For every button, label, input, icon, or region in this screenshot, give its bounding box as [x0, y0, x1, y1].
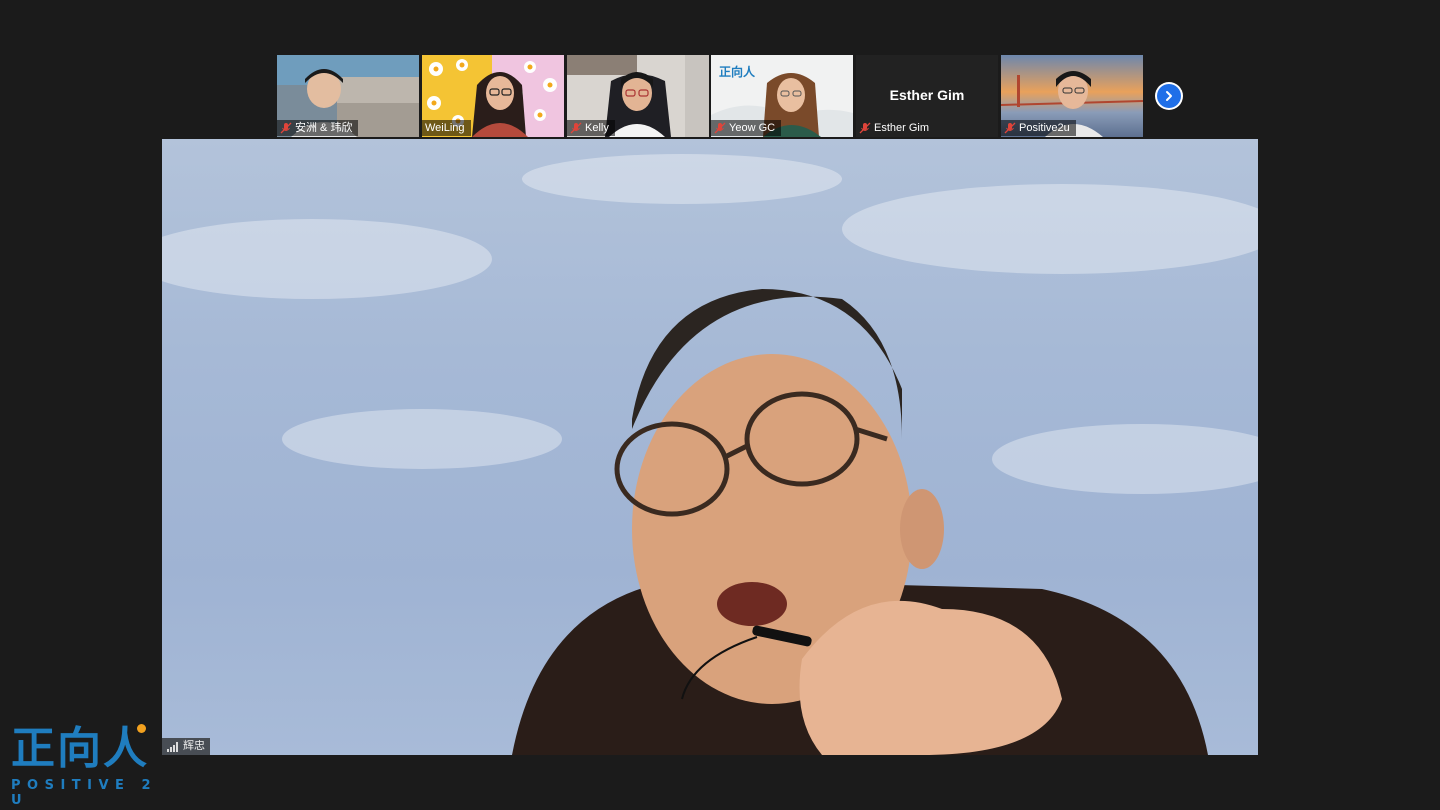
- participant-strip: 安洲 & 玮欣 WeiLing Kelly 正向人 Yeow GC Esther…: [277, 55, 1197, 137]
- logo-english-text: POSITIVE 2 U: [11, 778, 157, 808]
- chevron-right-icon: [1157, 84, 1181, 108]
- participant-name: Kelly: [585, 122, 609, 134]
- muted-mic-icon: [280, 122, 292, 134]
- participant-nameplate: Esther Gim: [856, 120, 935, 136]
- participant-name: Esther Gim: [874, 122, 930, 134]
- signal-bars-icon: [167, 741, 178, 752]
- muted-mic-icon: [859, 122, 871, 134]
- participant-tile[interactable]: 安洲 & 玮欣: [277, 55, 419, 137]
- participant-nameplate: WeiLing: [422, 120, 471, 136]
- participant-name: Positive2u: [1019, 122, 1070, 134]
- tile-logo: 正向人: [719, 65, 756, 79]
- brand-logo: 正向人 POSITIVE 2 U: [8, 722, 168, 809]
- participant-tile[interactable]: Positive2u: [1001, 55, 1143, 137]
- muted-mic-icon: [570, 122, 582, 134]
- participant-nameplate: Yeow GC: [711, 120, 782, 136]
- speaker-video-frame: [162, 154, 1258, 755]
- participant-tile[interactable]: Kelly: [567, 55, 709, 137]
- participant-tile[interactable]: 正向人 Yeow GC: [711, 55, 853, 137]
- participant-name: Yeow GC: [729, 122, 776, 134]
- participant-display-name: Esther Gim: [889, 87, 965, 103]
- participant-nameplate: Kelly: [567, 120, 615, 136]
- participant-tile[interactable]: WeiLing: [422, 55, 564, 137]
- muted-mic-icon: [714, 122, 726, 134]
- logo-chinese-text: 正向人: [11, 723, 149, 774]
- muted-mic-icon: [1004, 122, 1016, 134]
- participant-tile[interactable]: Esther Gim Esther Gim: [856, 55, 998, 137]
- logo-dot: [137, 724, 146, 733]
- next-page-button[interactable]: [1155, 82, 1183, 110]
- active-speaker-name: 辉忠: [183, 740, 205, 752]
- active-speaker-tag: 辉忠: [162, 738, 210, 755]
- participant-nameplate: 安洲 & 玮欣: [277, 120, 359, 136]
- meeting-window: 安洲 & 玮欣 WeiLing Kelly 正向人 Yeow GC Esther…: [0, 0, 1440, 810]
- participant-nameplate: Positive2u: [1001, 120, 1076, 136]
- active-speaker-video: [162, 139, 1258, 755]
- participant-name: 安洲 & 玮欣: [295, 122, 353, 134]
- participant-name: WeiLing: [425, 122, 465, 134]
